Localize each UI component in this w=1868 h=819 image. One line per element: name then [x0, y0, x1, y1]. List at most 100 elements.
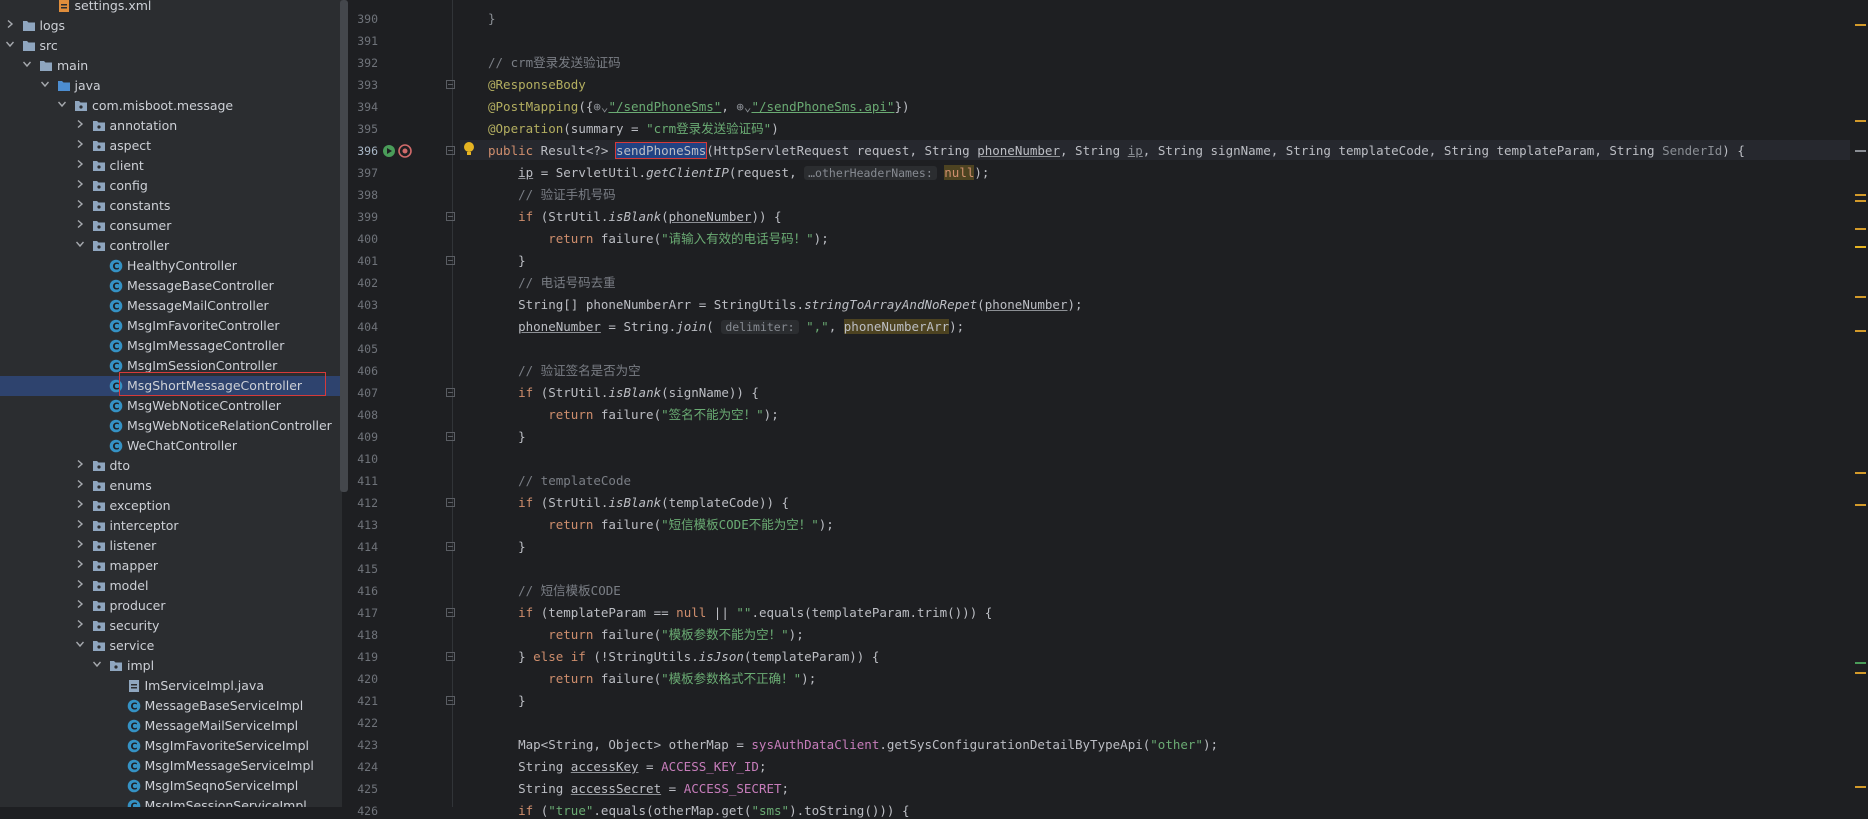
chevron-right-icon[interactable] — [76, 580, 84, 588]
chevron-right-icon[interactable] — [76, 140, 84, 148]
code-line[interactable]: // 验证手机号码 — [488, 187, 616, 203]
tree-item[interactable]: listener — [0, 536, 342, 556]
chevron-down-icon[interactable] — [5, 40, 14, 48]
fold-marker-icon[interactable] — [446, 608, 455, 617]
error-stripe-mark[interactable] — [1855, 200, 1866, 202]
error-stripe-mark[interactable] — [1855, 504, 1866, 506]
code-line[interactable]: if ("true".equals(otherMap.get("sms").to… — [488, 803, 909, 819]
tree-item[interactable]: C MsgWebNoticeController — [0, 396, 342, 416]
lightbulb-icon[interactable] — [463, 141, 475, 157]
code-line[interactable]: } else if (!StringUtils.isJson(templateP… — [488, 649, 879, 665]
chevron-right-icon[interactable] — [76, 160, 84, 168]
error-stripe-mark[interactable] — [1855, 296, 1866, 298]
chevron-down-icon[interactable] — [58, 100, 66, 108]
chevron-right-icon[interactable] — [76, 560, 84, 568]
fold-marker-icon[interactable] — [446, 652, 455, 661]
code-line[interactable]: return failure("模板参数不能为空！"); — [488, 627, 804, 643]
code-line[interactable]: return failure("模板参数格式不正确！"); — [488, 671, 816, 687]
tree-item[interactable]: enums — [0, 476, 342, 496]
code-line[interactable]: if (templateParam == null || "".equals(t… — [488, 605, 992, 621]
tree-item[interactable]: annotation — [0, 116, 342, 136]
code-line[interactable]: // crm登录发送验证码 — [488, 55, 621, 71]
chevron-right-icon[interactable] — [76, 480, 84, 488]
code-line[interactable]: ip = ServletUtil.getClientIP(request, …o… — [488, 165, 989, 181]
chevron-right-icon[interactable] — [76, 540, 84, 548]
tree-item[interactable]: interceptor — [0, 516, 342, 536]
chevron-right-icon[interactable] — [76, 520, 84, 528]
tree-item[interactable]: mapper — [0, 556, 342, 576]
tree-item[interactable]: com.misboot.message — [0, 96, 342, 116]
tree-item[interactable]: C MessageMailController — [0, 296, 342, 316]
project-tree-scrollbar[interactable] — [340, 0, 348, 492]
tree-item[interactable]: service — [0, 636, 342, 656]
code-line[interactable]: Map<String, Object> otherMap = sysAuthDa… — [488, 737, 1218, 753]
code-line[interactable]: String[] phoneNumberArr = StringUtils.st… — [488, 297, 1082, 313]
tree-item[interactable]: aspect — [0, 136, 342, 156]
code-line[interactable]: if (StrUtil.isBlank(templateCode)) { — [488, 495, 789, 511]
code-line[interactable]: } — [488, 539, 526, 555]
fold-marker-icon[interactable] — [446, 80, 455, 89]
tree-item[interactable]: dto — [0, 456, 342, 476]
tree-item[interactable]: C WeChatController — [0, 436, 342, 456]
code-line[interactable]: @Operation(summary = "crm登录发送验证码") — [488, 121, 779, 137]
code-line[interactable]: } — [488, 11, 496, 27]
error-stripe-mark[interactable] — [1855, 150, 1866, 152]
tree-item[interactable]: C MessageMailServiceImpl — [0, 716, 342, 736]
error-stripe-mark[interactable] — [1855, 228, 1866, 230]
code-line[interactable]: phoneNumber = String.join( delimiter: ",… — [488, 319, 964, 335]
code-line[interactable]: @PostMapping({⊕⌄"/sendPhoneSms", ⊕⌄"/sen… — [488, 99, 910, 115]
error-stripe-mark[interactable] — [1855, 662, 1866, 664]
code-line[interactable]: String accessKey = ACCESS_KEY_ID; — [488, 759, 766, 775]
fold-marker-icon[interactable] — [446, 696, 455, 705]
tree-item[interactable]: C MessageBaseController — [0, 276, 342, 296]
tree-item[interactable]: security — [0, 616, 342, 636]
code-line[interactable]: if (StrUtil.isBlank(phoneNumber)) { — [488, 209, 781, 225]
tree-item[interactable]: C MsgImSeqnoServiceImpl — [0, 776, 342, 796]
code-line[interactable]: if (StrUtil.isBlank(signName)) { — [488, 385, 759, 401]
fold-marker-icon[interactable] — [446, 146, 455, 155]
code-line[interactable]: // templateCode — [488, 473, 631, 489]
tree-item[interactable]: impl — [0, 656, 342, 676]
fold-marker-icon[interactable] — [446, 212, 455, 221]
code-line[interactable]: } — [488, 429, 526, 445]
endpoint-gutter-icon[interactable] — [398, 143, 412, 158]
tree-item[interactable]: C MsgImSessionServiceImpl — [0, 796, 342, 807]
chevron-right-icon[interactable] — [6, 20, 14, 28]
run-gutter-icon[interactable] — [382, 143, 396, 157]
tree-item[interactable]: java — [0, 76, 342, 96]
error-stripe-mark[interactable] — [1855, 786, 1866, 788]
chevron-right-icon[interactable] — [76, 620, 84, 628]
code-line[interactable]: // 短信模板CODE — [488, 583, 621, 599]
fold-marker-icon[interactable] — [446, 432, 455, 441]
tree-item[interactable]: main — [0, 56, 342, 76]
chevron-down-icon[interactable] — [75, 240, 84, 248]
tree-item[interactable]: C HealthyController — [0, 256, 342, 276]
error-stripe-mark[interactable] — [1855, 672, 1866, 674]
tree-item[interactable]: src — [0, 36, 342, 56]
error-stripe-mark[interactable] — [1855, 472, 1866, 474]
chevron-right-icon[interactable] — [76, 200, 84, 208]
code-line[interactable]: } — [488, 253, 526, 269]
chevron-down-icon[interactable] — [93, 660, 101, 668]
chevron-right-icon[interactable] — [76, 120, 84, 128]
tree-item[interactable]: client — [0, 156, 342, 176]
code-line[interactable]: return failure("签名不能为空！"); — [488, 407, 779, 423]
code-line[interactable]: return failure("请输入有效的电话号码！"); — [488, 231, 829, 247]
tree-item[interactable]: controller — [0, 236, 342, 256]
fold-marker-icon[interactable] — [446, 542, 455, 551]
chevron-right-icon[interactable] — [76, 220, 84, 228]
error-stripe-mark[interactable] — [1855, 24, 1866, 26]
tree-item[interactable]: consumer — [0, 216, 342, 236]
tree-item[interactable]: constants — [0, 196, 342, 216]
tree-item[interactable]: model — [0, 576, 342, 596]
code-line[interactable]: return failure("短信模板CODE不能为空！"); — [488, 517, 834, 533]
code-line[interactable]: String accessSecret = ACCESS_SECRET; — [488, 781, 789, 797]
tree-item[interactable]: C MsgImFavoriteController — [0, 316, 342, 336]
tree-item[interactable]: C MsgWebNoticeRelationController — [0, 416, 342, 436]
chevron-right-icon[interactable] — [76, 500, 84, 508]
chevron-right-icon[interactable] — [76, 460, 84, 468]
fold-marker-icon[interactable] — [446, 256, 455, 265]
tree-item[interactable]: C MsgImFavoriteServiceImpl — [0, 736, 342, 756]
tree-item[interactable]: C MessageBaseServiceImpl — [0, 696, 342, 716]
chevron-down-icon[interactable] — [75, 640, 84, 648]
